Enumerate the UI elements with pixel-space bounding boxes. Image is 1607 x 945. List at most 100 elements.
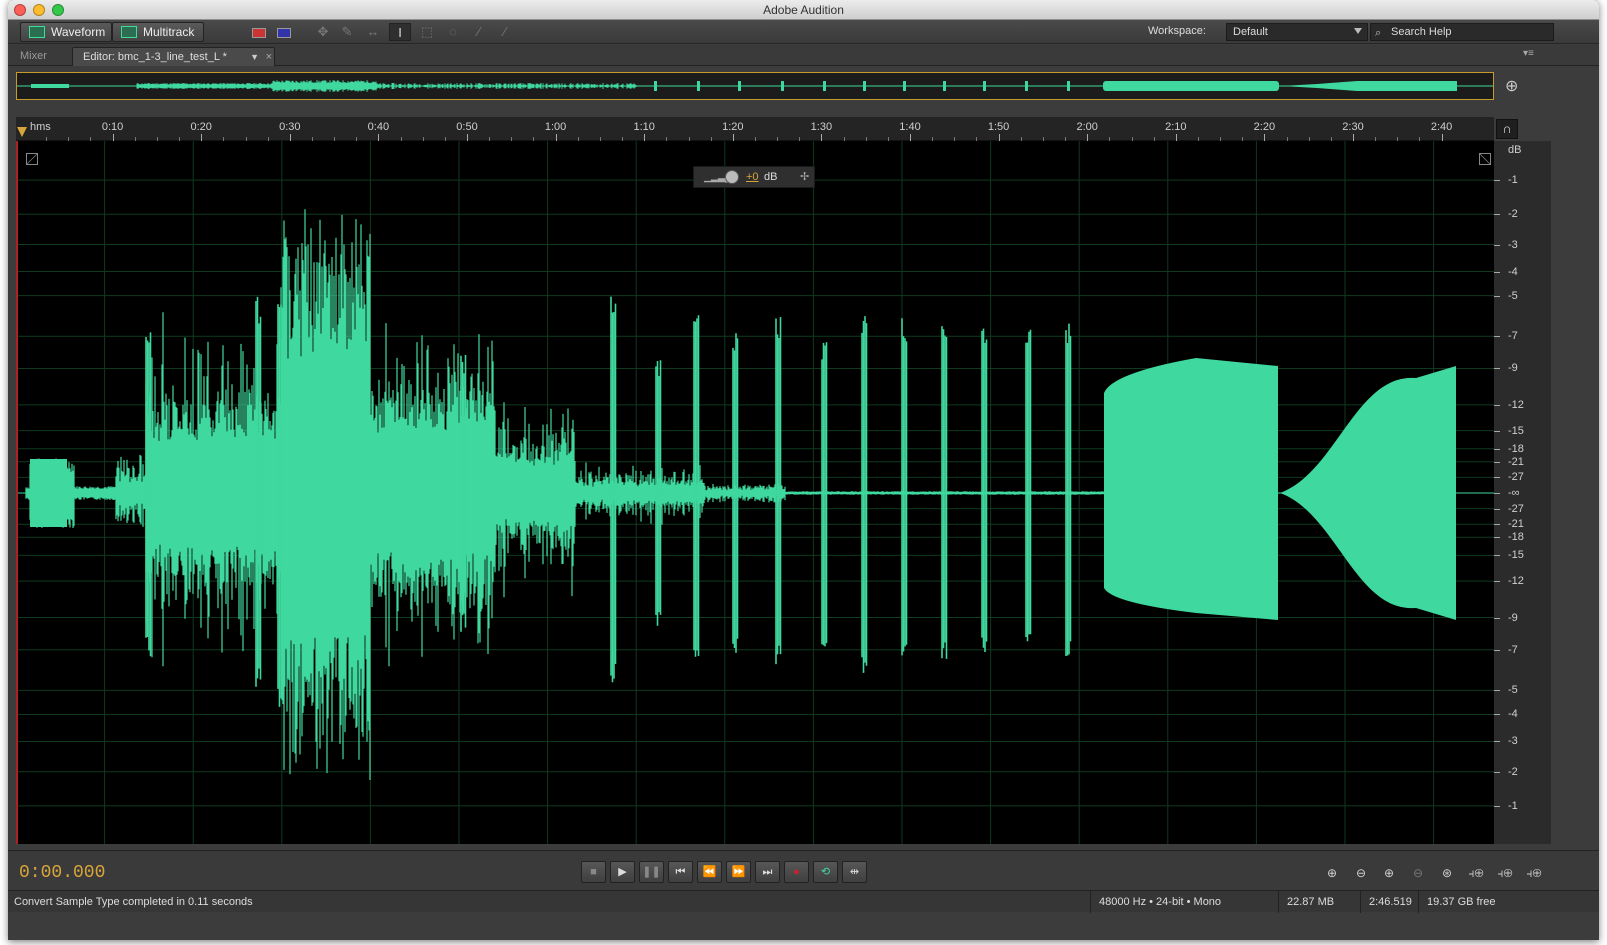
time-ruler[interactable]: hms 0:10 0:20 0:30 0:40 0:50 1:00 1:10 1:20 1:30… [16, 117, 1494, 141]
overview-navigator[interactable] [16, 72, 1494, 100]
db-tick-label: -15 [1508, 549, 1524, 562]
slip-tool-icon[interactable]: ↔ [362, 23, 384, 41]
lasso-tool-icon[interactable]: ◌ [442, 23, 464, 41]
ruler-tick [1353, 134, 1354, 141]
go-to-end-button[interactable]: ⏭ [755, 861, 780, 883]
db-tick-label: -7 [1508, 643, 1518, 656]
razor-tool-icon[interactable]: ✎ [336, 23, 358, 41]
search-help-input[interactable]: ⌕ Search Help [1370, 23, 1554, 41]
ruler-tick-label: 0:20 [190, 121, 212, 133]
overview-transient [983, 81, 986, 91]
tab-mixer[interactable]: Mixer [10, 47, 57, 66]
db-tick [1494, 581, 1500, 583]
multitrack-label: Multitrack [143, 25, 195, 39]
hud-volume-control[interactable]: ▁▂▃▄ +0 dB ✢ [693, 166, 815, 188]
db-tick-label: -15 [1508, 424, 1524, 437]
zoom-out-amplitude-icon[interactable]: ⊖ [1349, 864, 1373, 882]
tab-editor[interactable]: Editor: bmc_1-3_line_test_L * ▼ × [72, 47, 275, 66]
chevron-down-icon [1354, 28, 1362, 34]
move-tool-icon[interactable]: ✥ [312, 23, 334, 41]
overview-transient [1067, 81, 1070, 91]
zoom-navigator-icon[interactable]: ⊕ [1505, 76, 1518, 96]
db-tick [1494, 690, 1500, 692]
overview-transient [781, 81, 784, 91]
db-tick-label: -3 [1508, 238, 1518, 251]
chevron-down-icon[interactable]: ▼ [250, 48, 259, 66]
close-window-button[interactable] [14, 4, 26, 16]
ruler-tick-label: 1:40 [899, 121, 921, 133]
zoom-selection-icon[interactable]: ⫞⊕ [1522, 864, 1546, 882]
spectral-pitch-icon[interactable] [273, 23, 295, 41]
zoom-out-point-icon[interactable]: ⫞⊕ [1493, 864, 1517, 882]
rewind-button[interactable]: ⏪ [697, 861, 722, 883]
ruler-tick-label: 0:50 [456, 121, 478, 133]
waveform-body [25, 209, 1111, 780]
ruler-tick-label: 0:10 [101, 121, 124, 133]
editor-tab-label: Editor: bmc_1-3_line_test_L * [83, 51, 227, 63]
ruler-tick [555, 134, 557, 141]
play-button[interactable]: ▶ [610, 861, 635, 883]
workspace-label: Workspace: [1148, 25, 1206, 37]
db-tick [1494, 805, 1500, 807]
spectral-frequency-icon[interactable] [248, 23, 270, 41]
ruler-tick [644, 134, 646, 141]
pin-icon[interactable]: ✢ [800, 167, 809, 187]
zoom-out-time-icon[interactable]: ⊖ [1406, 864, 1430, 882]
minimize-window-button[interactable] [33, 4, 45, 16]
spot-healing-tool-icon[interactable]: ⁄ [494, 23, 516, 41]
fast-forward-button[interactable]: ⏩ [726, 861, 751, 883]
pause-button[interactable]: ❚❚ [639, 861, 664, 883]
zoom-in-time-icon[interactable]: ⊕ [1377, 864, 1401, 882]
skip-selection-button[interactable]: ⇹ [842, 861, 867, 883]
db-tick [1494, 336, 1500, 338]
db-tick-label: -27 [1508, 471, 1524, 484]
ruler-tick [998, 134, 1000, 141]
db-tick [1494, 524, 1500, 526]
headphones-icon[interactable]: ∩ [1496, 119, 1518, 139]
volume-knob-icon[interactable] [725, 170, 739, 184]
go-to-start-button[interactable]: ⏮ [668, 861, 693, 883]
multitrack-view-button[interactable]: Multitrack [112, 22, 204, 42]
overview-transient [943, 81, 946, 91]
db-tick [1494, 649, 1500, 651]
overview-transient [903, 81, 906, 91]
brush-tool-icon[interactable]: ⁄ [468, 23, 490, 41]
zoom-window-button[interactable] [52, 4, 64, 16]
overview-transient [697, 81, 700, 91]
window-title: Adobe Audition [763, 3, 844, 17]
db-tick [1494, 430, 1500, 432]
fade-in-handle-icon[interactable] [26, 153, 38, 165]
status-duration: 2:46.519 [1360, 891, 1412, 913]
ruler-tick [1175, 134, 1177, 141]
waveform-view-button[interactable]: Waveform [20, 22, 112, 42]
search-placeholder: Search Help [1391, 26, 1452, 38]
hud-gain-value[interactable]: +0 [746, 167, 759, 187]
playhead-marker-icon[interactable] [17, 127, 27, 137]
time-selection-tool-icon[interactable]: I [389, 23, 411, 41]
loop-playback-button[interactable]: ⟲ [813, 861, 838, 883]
marquee-tool-icon[interactable]: ⬚ [416, 23, 438, 41]
db-tick-label: -21 [1508, 455, 1524, 468]
record-button[interactable]: ● [784, 861, 809, 883]
panel-tab-row: Mixer Editor: bmc_1-3_line_test_L * ▼ × … [8, 45, 1599, 66]
overview-transient [823, 81, 826, 91]
fade-out-handle-icon[interactable] [1479, 153, 1491, 165]
db-tick-label: -5 [1508, 289, 1518, 302]
db-tick [1494, 244, 1500, 246]
panel-menu-icon[interactable]: ▾≡ [1523, 48, 1534, 59]
close-tab-icon[interactable]: × [266, 48, 272, 66]
workspace-select[interactable]: Default [1226, 23, 1368, 41]
zoom-full-icon[interactable]: ⊛ [1435, 864, 1459, 882]
waveform-icon [29, 26, 45, 38]
zoom-in-point-icon[interactable]: ⫞⊕ [1464, 864, 1488, 882]
ruler-tick-label: 1:10 [633, 121, 655, 133]
overview-sweep-block [1281, 81, 1457, 91]
db-tick-label: -18 [1508, 531, 1524, 544]
ruler-tick-label: 1:20 [722, 121, 744, 133]
waveform-display[interactable] [16, 141, 1494, 844]
zoom-in-amplitude-icon[interactable]: ⊕ [1320, 864, 1344, 882]
stop-button[interactable]: ■ [581, 861, 606, 883]
time-display[interactable]: 0:00.000 [19, 863, 105, 883]
overview-tone-block [1103, 81, 1279, 91]
db-tick [1494, 771, 1500, 773]
